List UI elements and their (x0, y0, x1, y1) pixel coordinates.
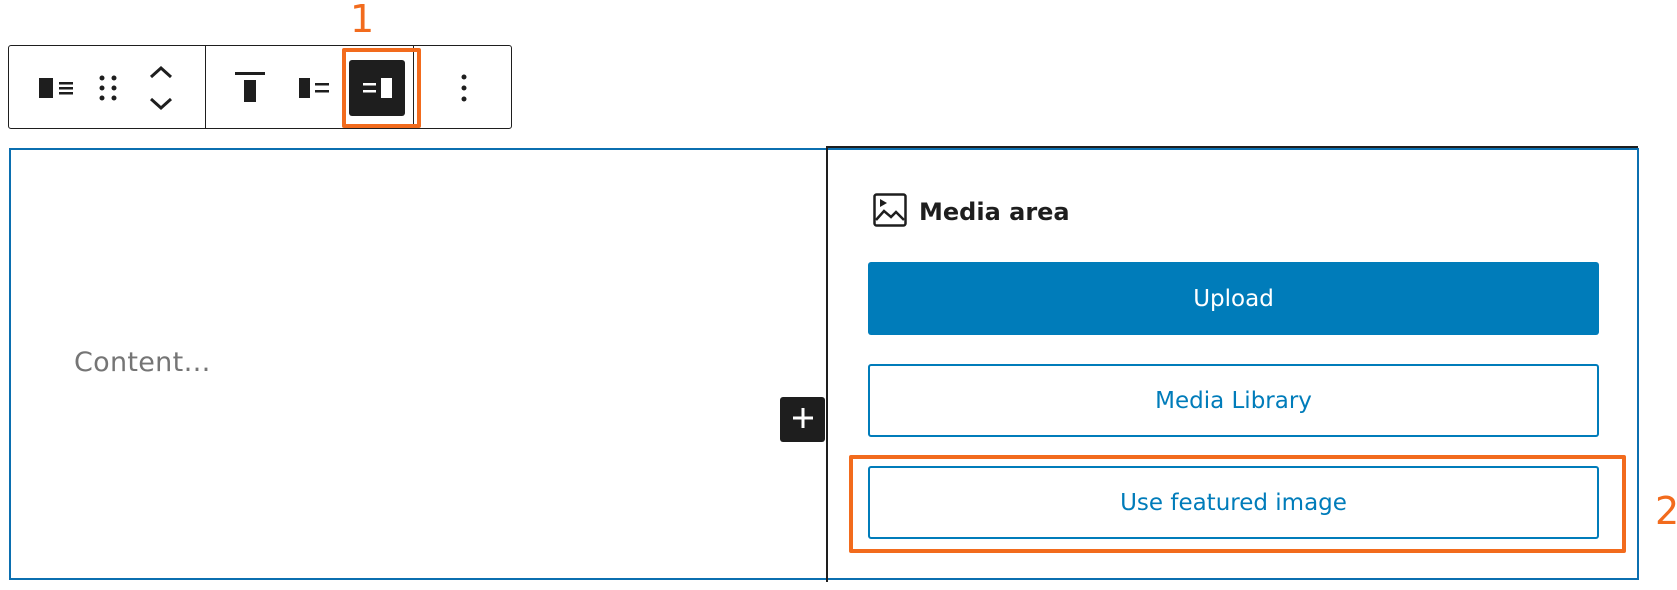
more-options-button[interactable] (436, 60, 492, 116)
drag-handle-icon (96, 72, 120, 104)
highlight-featured-image (849, 455, 1626, 553)
drag-handle-button[interactable] (80, 60, 136, 116)
highlight-media-right (342, 48, 421, 128)
block-toolbar (8, 45, 512, 129)
move-up-down-button[interactable] (133, 58, 189, 118)
upload-button[interactable]: Upload (868, 262, 1599, 335)
move-up-down-icon (147, 63, 175, 113)
content-placeholder[interactable]: Content… (74, 347, 211, 378)
image-icon (873, 193, 907, 231)
toolbar-separator (205, 46, 206, 128)
media-area-top-border (826, 146, 1638, 148)
block-divider (826, 146, 828, 582)
media-left-button[interactable] (287, 60, 343, 116)
media-area-header: Media area (873, 193, 1070, 231)
media-text-icon (39, 76, 75, 100)
more-options-icon (460, 72, 468, 104)
align-top-icon (235, 72, 265, 104)
vertical-align-button[interactable] (222, 60, 278, 116)
plus-icon (791, 406, 815, 434)
annotation-number-1: 1 (350, 0, 375, 41)
block-inserter-button[interactable] (780, 397, 825, 442)
media-left-icon (299, 76, 331, 100)
annotation-number-2: 2 (1655, 489, 1677, 533)
media-area-title: Media area (919, 198, 1070, 226)
media-library-button[interactable]: Media Library (868, 364, 1599, 437)
block-type-button[interactable] (29, 60, 85, 116)
